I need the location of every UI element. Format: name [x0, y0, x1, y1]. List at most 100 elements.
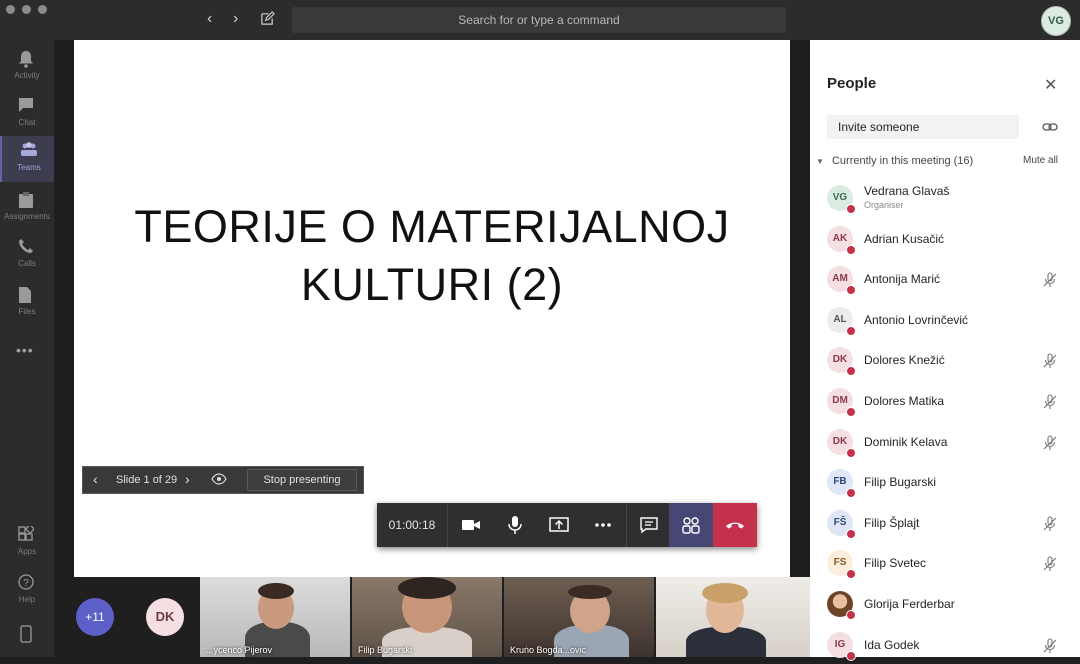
participant-row[interactable]: DK Dolores Knežić: [827, 343, 1072, 379]
rail-label: Files: [18, 307, 36, 316]
more-icon: [595, 523, 611, 527]
microphone-muted-icon[interactable]: [1042, 516, 1058, 532]
rail-label: Activity: [14, 71, 40, 80]
rail-item-teams[interactable]: Teams: [0, 136, 54, 182]
camera-button[interactable]: [449, 503, 493, 547]
video-tile[interactable]: Filip Bugarski: [352, 577, 502, 657]
status-dot: [846, 569, 856, 580]
rail-item-assignments[interactable]: Assignments: [0, 185, 54, 231]
close-icon[interactable]: ✕: [1044, 75, 1057, 95]
invite-input[interactable]: Invite someone: [827, 115, 1019, 139]
participant-row[interactable]: FB Filip Bugarski: [827, 465, 1072, 501]
section-label: Currently in this meeting: [831, 155, 951, 167]
divider: [447, 503, 448, 547]
next-slide-icon[interactable]: ›: [185, 471, 190, 487]
participant-row[interactable]: FS Filip Svetec: [827, 546, 1072, 582]
status-dot: [846, 488, 856, 499]
previous-slide-icon[interactable]: ‹: [93, 471, 98, 487]
slide-title: TEORIJE O MATERIJALNOJ KULTURI (2): [74, 198, 790, 314]
participant-row[interactable]: DM Dolores Matika: [827, 384, 1072, 420]
help-icon: ?: [18, 574, 34, 590]
microphone-muted-icon[interactable]: [1042, 556, 1058, 572]
status-dot: [846, 244, 856, 255]
participant-row[interactable]: IG Ida Godek: [827, 628, 1072, 664]
rail-item-activity[interactable]: Activity: [0, 44, 54, 90]
rail-item-apps[interactable]: Apps: [0, 520, 54, 566]
rail-item-calls[interactable]: Calls: [0, 232, 54, 278]
people-icon: [682, 517, 700, 534]
participant-name: Filip Bugarski: [864, 475, 937, 490]
video-tile-name: Kruṅo Bogda...ovic: [510, 645, 587, 655]
close-window-button[interactable]: [6, 5, 15, 14]
mute-all-button[interactable]: Mute all: [1023, 155, 1058, 166]
participant-name: Ida Godek: [864, 637, 920, 652]
assignments-icon: [19, 192, 33, 208]
participant-row[interactable]: Glorija Ferderbar: [827, 587, 1072, 623]
rail-label: Teams: [17, 163, 41, 172]
slide-counter: Slide 1 of 29: [116, 474, 178, 486]
participant-row[interactable]: AM Antonija Marić: [827, 262, 1072, 298]
meeting-section-header[interactable]: ▼ Currently in this meeting (16): [816, 155, 973, 167]
microphone-muted-icon[interactable]: [1042, 272, 1058, 288]
slide-title-line: KULTURI (2): [300, 259, 564, 310]
hang-up-icon: [726, 522, 744, 529]
user-avatar[interactable]: VG: [1041, 6, 1071, 36]
participant-row[interactable]: AL Antonio Lovrinčević: [827, 303, 1072, 339]
participants-button[interactable]: [669, 503, 713, 547]
participant-name: Adrian Kusačić: [864, 231, 945, 246]
rail-label: Help: [18, 595, 36, 604]
microphone-muted-icon[interactable]: [1042, 394, 1058, 410]
participant-name: Filip Šplajt: [864, 515, 920, 530]
people-panel: People ✕ Invite someone ▼ Currently in t…: [810, 40, 1080, 661]
compose-icon[interactable]: [260, 11, 275, 26]
call-timer: 01:00:18: [388, 518, 436, 532]
participant-name: Antonio Lovrinčević: [864, 312, 969, 327]
more-apps-icon[interactable]: •••: [16, 342, 34, 358]
microphone-button[interactable]: [493, 503, 537, 547]
rail-item-chat[interactable]: Chat: [0, 91, 54, 137]
presentation-controls: ‹ Slide 1 of 29 › Stop presenting: [82, 466, 364, 494]
participant-row[interactable]: FŠ Filip Šplajt: [827, 506, 1072, 542]
status-dot: [846, 285, 856, 296]
status-dot: [846, 204, 856, 214]
participant-row[interactable]: VG Vedrana Glavaš Organiser: [827, 181, 1072, 217]
microphone-icon: [508, 516, 522, 534]
forward-arrow-icon[interactable]: ›: [233, 10, 238, 28]
video-tile[interactable]: Kruṅo Bogda...ovic: [504, 577, 654, 657]
microphone-muted-icon[interactable]: [1042, 353, 1058, 369]
overflow-participants-badge[interactable]: +11: [76, 598, 114, 636]
file-icon: [19, 287, 31, 303]
video-tile[interactable]: [656, 577, 810, 657]
participant-name: Dolores Matika: [864, 394, 945, 408]
participant-row[interactable]: DK Dominik Kelava: [827, 425, 1072, 461]
chat-icon: [640, 517, 658, 534]
participant-name: Glorija Ferderbar: [864, 597, 955, 611]
participant-name: Filip Svetec: [864, 556, 927, 571]
eye-icon[interactable]: [211, 473, 227, 485]
stop-presenting-button[interactable]: Stop presenting: [247, 469, 357, 491]
share-screen-icon: [549, 517, 569, 532]
participant-count: (16): [953, 155, 974, 167]
microphone-muted-icon[interactable]: [1042, 435, 1058, 451]
hang-up-button[interactable]: [713, 503, 757, 547]
svg-text:?: ?: [23, 578, 29, 589]
more-actions-button[interactable]: [581, 503, 625, 547]
back-arrow-icon[interactable]: ‹: [207, 10, 212, 28]
rail-label: Calls: [18, 259, 36, 268]
status-dot: [846, 610, 856, 620]
participant-avatar[interactable]: DK: [146, 598, 184, 636]
status-dot: [846, 650, 856, 661]
participant-row[interactable]: AK Adrian Kusačić: [827, 222, 1072, 258]
maximize-window-button[interactable]: [38, 5, 47, 14]
search-input[interactable]: Search for or type a command: [292, 7, 786, 33]
minimize-window-button[interactable]: [22, 5, 31, 14]
video-tile[interactable]: ...ycenco Pijerov: [200, 577, 350, 657]
microphone-muted-icon[interactable]: [1042, 638, 1058, 654]
rail-item-help[interactable]: ? Help: [0, 568, 54, 614]
rail-item-files[interactable]: Files: [0, 280, 54, 326]
status-dot: [846, 407, 856, 417]
mobile-icon[interactable]: [20, 625, 32, 643]
share-screen-button[interactable]: [537, 503, 581, 547]
chat-button[interactable]: [627, 503, 671, 547]
share-link-icon[interactable]: [1042, 121, 1058, 133]
